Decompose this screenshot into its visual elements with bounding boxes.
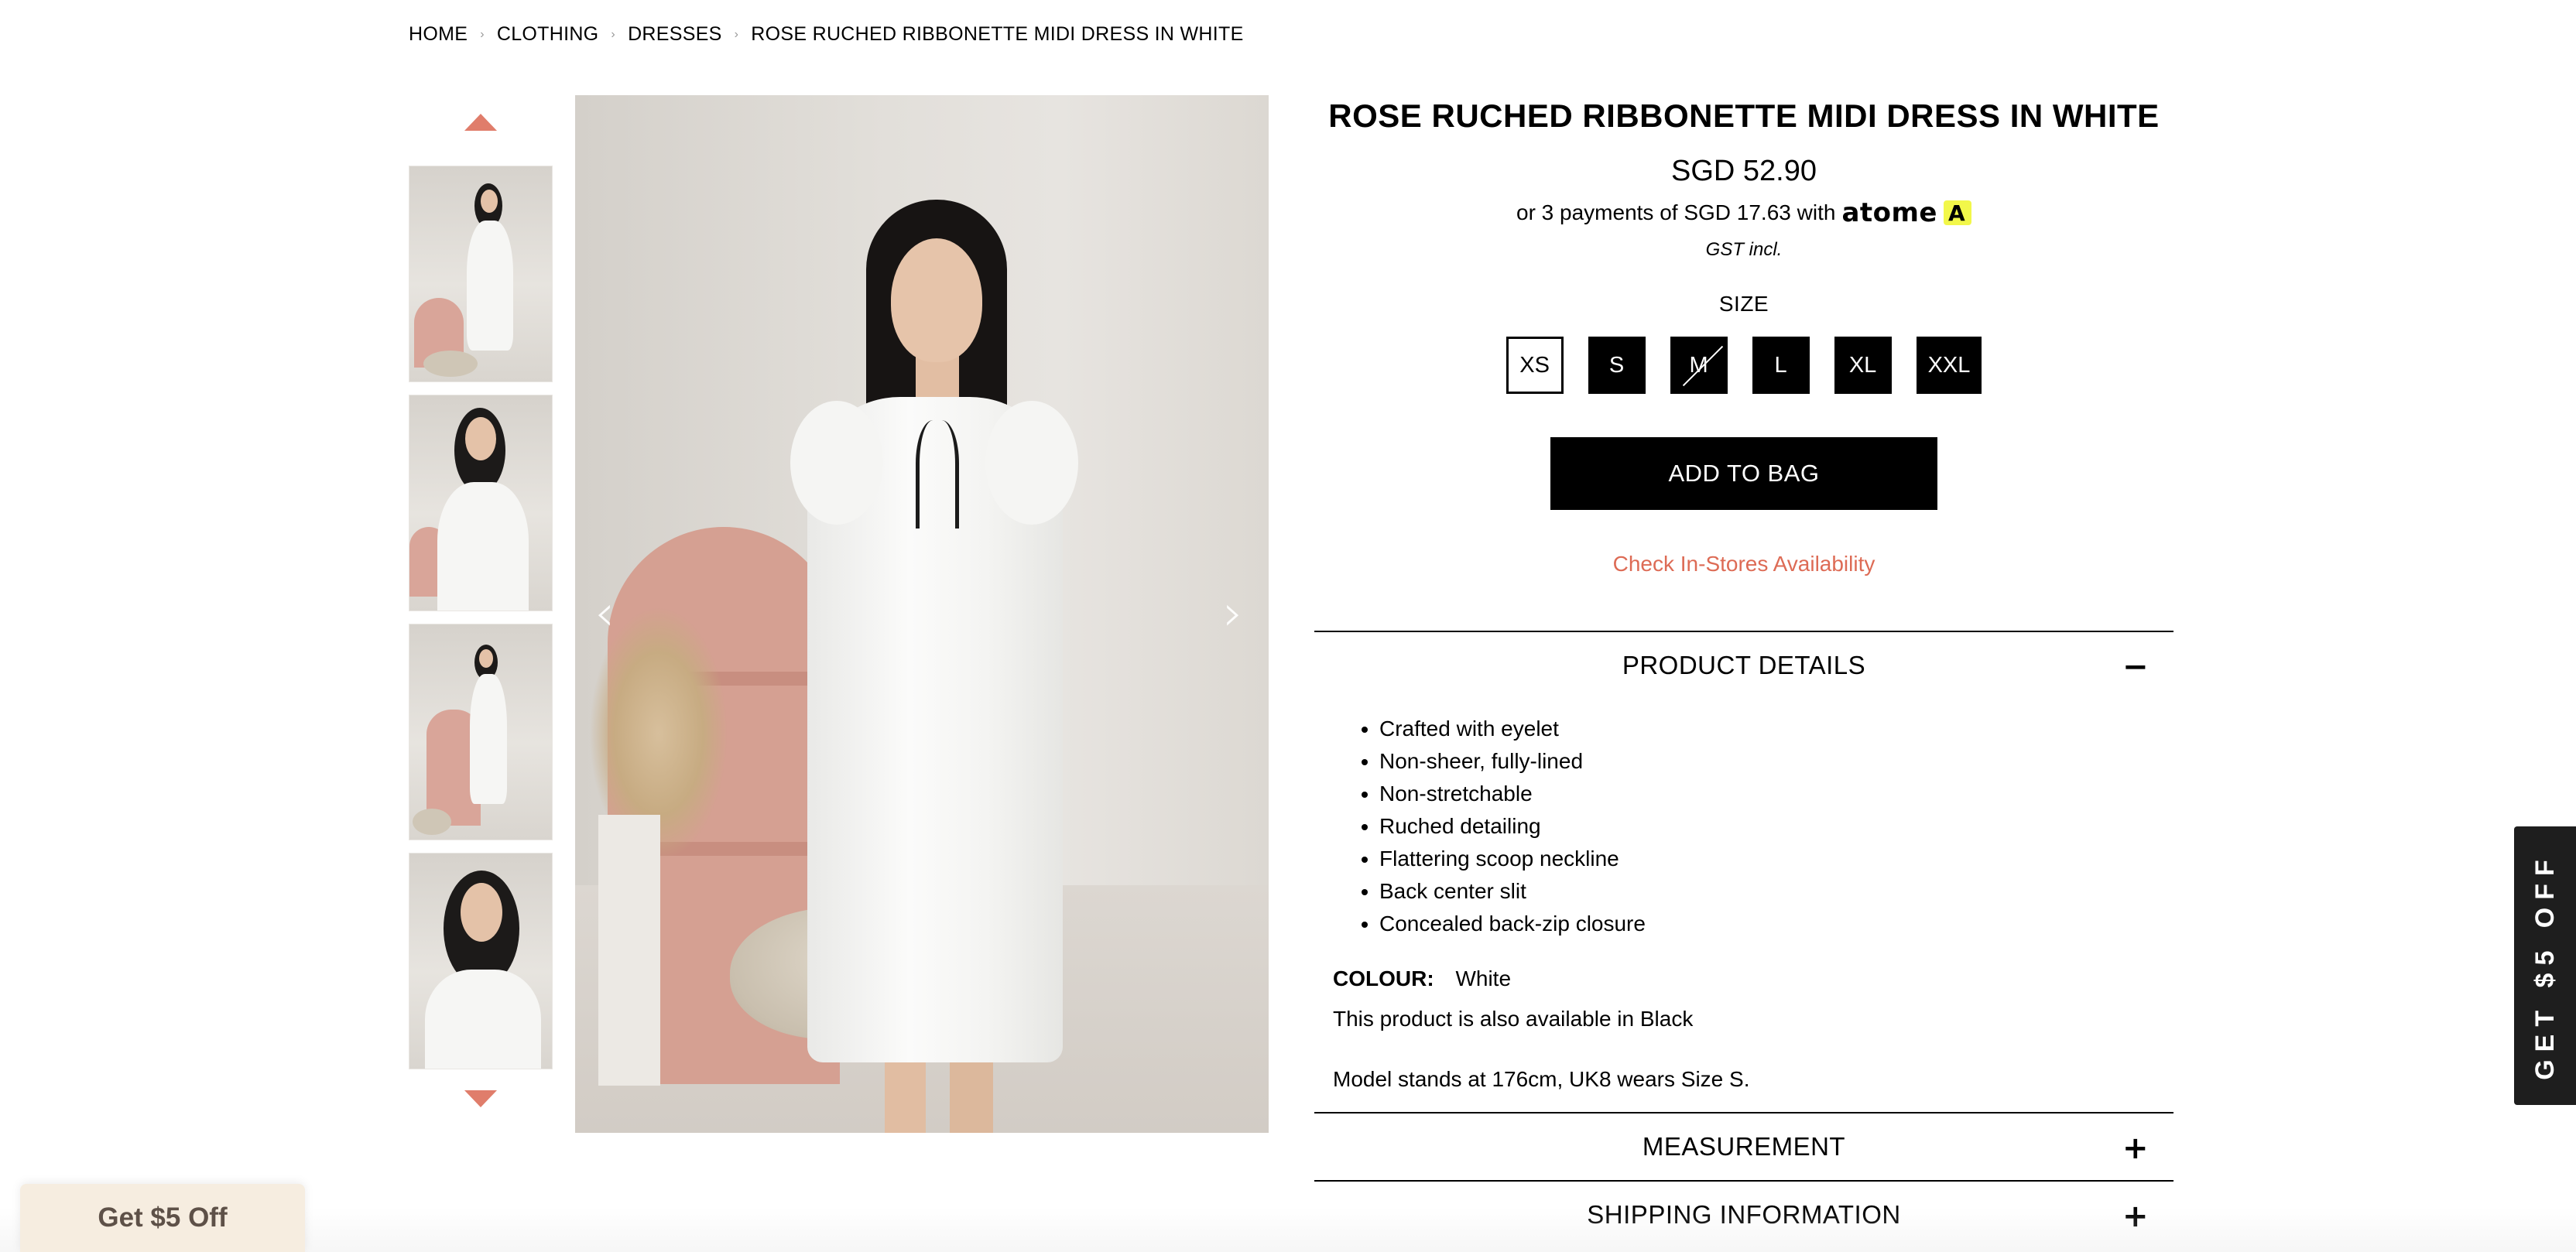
- thumbnail-figure-dress: [437, 482, 529, 611]
- image-model-sleeve: [790, 401, 883, 525]
- thumbnail-figure-dress: [470, 674, 507, 804]
- image-vase: [598, 815, 660, 1086]
- thumbnail-2[interactable]: [409, 395, 553, 611]
- caret-down-icon[interactable]: [464, 1090, 497, 1107]
- image-model-sleeve: [985, 401, 1078, 525]
- bottom-promo-tab[interactable]: Get $5 Off: [20, 1184, 305, 1252]
- atome-icon: [1943, 200, 1971, 226]
- product-price: SGD 52.90: [1671, 155, 1817, 187]
- chevron-left-icon[interactable]: ‹: [592, 589, 617, 638]
- image-model-legs: [885, 1055, 993, 1133]
- thumbnail-pouf: [423, 351, 478, 377]
- list-item: Non-sheer, fully-lined: [1379, 745, 2155, 778]
- thumbnail-figure-face: [461, 883, 502, 942]
- check-stores-link[interactable]: Check In-Stores Availability: [1314, 552, 2174, 576]
- colour-value: White: [1455, 966, 1512, 990]
- plus-icon[interactable]: +: [2122, 1131, 2149, 1166]
- accordion-title: SHIPPING INFORMATION: [1587, 1200, 1901, 1229]
- thumbnail-3[interactable]: [409, 624, 553, 840]
- breadcrumb-clothing[interactable]: CLOTHING: [497, 23, 599, 46]
- size-selector: XS S M L XL XXL: [1314, 337, 2174, 394]
- bottom-fade-overlay: [0, 1207, 2576, 1252]
- accordion-measurement[interactable]: MEASUREMENT +: [1314, 1112, 2174, 1180]
- list-item: Concealed back-zip closure: [1379, 908, 2155, 940]
- image-ribbon-bow: [916, 420, 959, 529]
- size-option-l[interactable]: L: [1752, 337, 1810, 394]
- main-product-image[interactable]: ‹ ›: [575, 95, 1269, 1133]
- list-item: Crafted with eyelet: [1379, 713, 2155, 745]
- accordion-product-details[interactable]: PRODUCT DETAILS −: [1314, 631, 2174, 699]
- image-model-face: [891, 238, 982, 362]
- size-option-xl[interactable]: XL: [1834, 337, 1892, 394]
- colour-key: COLOUR:: [1333, 966, 1434, 990]
- installment-text: or 3 payments of SGD 17.63 with: [1516, 200, 1836, 224]
- thumbnail-figure-dress: [467, 221, 513, 351]
- colour-row: COLOUR: White: [1333, 966, 2155, 991]
- list-item: Back center slit: [1379, 875, 2155, 908]
- accordion-title: PRODUCT DETAILS: [1622, 651, 1866, 679]
- breadcrumb-separator: ›: [611, 27, 616, 41]
- product-info: ROSE RUCHED RIBBONETTE MIDI DRESS IN WHI…: [1314, 93, 2174, 1248]
- breadcrumb-dresses[interactable]: DRESSES: [628, 23, 722, 46]
- size-option-m[interactable]: M: [1670, 337, 1728, 394]
- model-note: Model stands at 176cm, UK8 wears Size S.: [1333, 1067, 1750, 1091]
- thumbnail-pouf: [413, 809, 451, 835]
- list-item: Non-stretchable: [1379, 778, 2155, 810]
- breadcrumb-home[interactable]: HOME: [409, 23, 468, 46]
- thumbnail-figure-face: [465, 417, 496, 460]
- product-page: HOME › CLOTHING › DRESSES › ROSE RUCHED …: [0, 0, 2576, 1252]
- breadcrumb-current: ROSE RUCHED RIBBONETTE MIDI DRESS IN WHI…: [751, 23, 1244, 45]
- breadcrumb-separator: ›: [480, 27, 485, 41]
- also-available-note: This product is also available in Black: [1333, 1007, 1694, 1031]
- installment-info: or 3 payments of SGD 17.63 with atome: [1314, 197, 2174, 228]
- atome-logo[interactable]: atome: [1841, 197, 1937, 228]
- side-promo-label: GET $5 OFF: [2530, 851, 2560, 1080]
- product-details-body: Crafted with eyelet Non-sheer, fully-lin…: [1314, 699, 2174, 1112]
- thumbnail-figure-dress: [425, 970, 541, 1069]
- caret-up-icon[interactable]: [464, 114, 497, 131]
- thumbnail-figure-face: [481, 190, 498, 213]
- size-option-xs[interactable]: XS: [1506, 337, 1564, 394]
- accordion-shipping-information[interactable]: SHIPPING INFORMATION +: [1314, 1180, 2174, 1248]
- thumbnail-4[interactable]: [409, 853, 553, 1069]
- list-item: Ruched detailing: [1379, 810, 2155, 843]
- minus-icon[interactable]: −: [2122, 649, 2149, 685]
- thumbnail-1[interactable]: [409, 166, 553, 382]
- plus-icon[interactable]: +: [2122, 1199, 2149, 1234]
- side-promo-tab[interactable]: GET $5 OFF: [2514, 826, 2576, 1105]
- thumbnail-figure-face: [479, 649, 493, 668]
- size-option-xxl[interactable]: XXL: [1916, 337, 1982, 394]
- list-item: Flattering scoop neckline: [1379, 843, 2155, 875]
- product-accordion: PRODUCT DETAILS − Crafted with eyelet No…: [1314, 631, 2174, 1248]
- accordion-title: MEASUREMENT: [1642, 1132, 1846, 1161]
- add-to-bag-button[interactable]: ADD TO BAG: [1550, 437, 1937, 510]
- breadcrumb-separator: ›: [734, 27, 739, 41]
- product-title: ROSE RUCHED RIBBONETTE MIDI DRESS IN WHI…: [1328, 97, 2160, 134]
- details-list: Crafted with eyelet Non-sheer, fully-lin…: [1333, 713, 2155, 940]
- chevron-right-icon[interactable]: ›: [1221, 589, 1245, 638]
- size-label: SIZE: [1718, 292, 1769, 316]
- breadcrumb: HOME › CLOTHING › DRESSES › ROSE RUCHED …: [409, 23, 1244, 46]
- tax-note: GST incl.: [1705, 239, 1783, 260]
- size-option-s[interactable]: S: [1588, 337, 1646, 394]
